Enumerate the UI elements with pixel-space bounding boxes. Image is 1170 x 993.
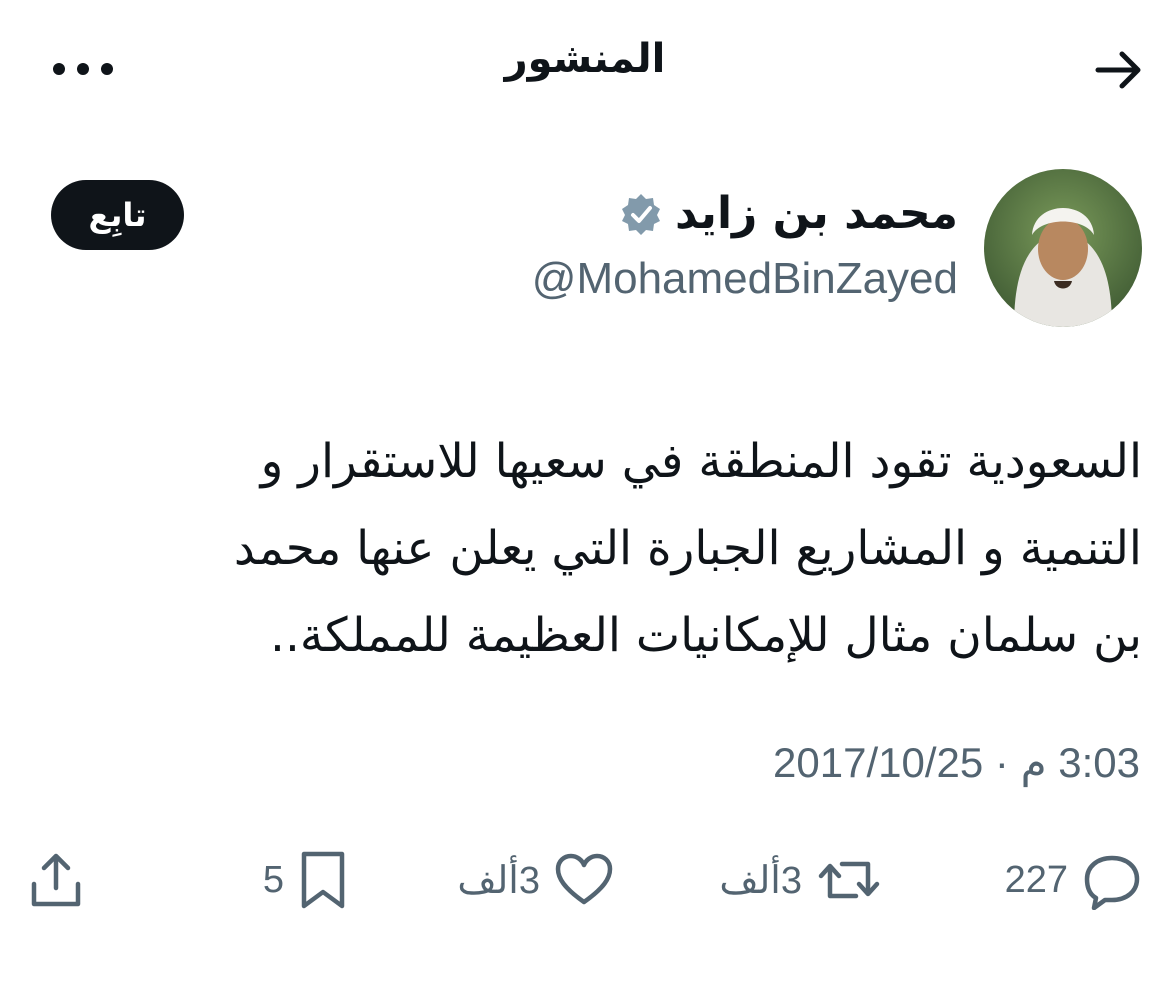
share-button[interactable] xyxy=(28,850,84,910)
author-name[interactable]: محمد بن زايد xyxy=(675,188,958,239)
author-name-row[interactable]: محمد بن زايد xyxy=(619,188,958,239)
bookmark-count: 5 xyxy=(262,858,284,901)
back-button[interactable] xyxy=(1088,40,1148,100)
follow-button[interactable]: تابِع xyxy=(51,180,184,250)
reply-icon xyxy=(1084,855,1140,910)
like-count: 3ألف xyxy=(457,859,540,902)
page-title: المنشور xyxy=(504,36,666,82)
tweet-text: السعودية تقود المنطقة في سعيها للاستقرار… xyxy=(233,434,1142,663)
author-handle[interactable]: @MohamedBinZayed xyxy=(532,254,958,304)
reply-count: 227 xyxy=(1004,858,1068,901)
bookmark-icon xyxy=(301,851,345,909)
avatar[interactable] xyxy=(984,169,1142,327)
reply-button[interactable]: 227 xyxy=(1005,850,1142,910)
heart-icon xyxy=(555,853,613,905)
arrow-right-icon xyxy=(1095,51,1141,89)
retweet-button[interactable]: 3ألف xyxy=(719,850,882,910)
tweet-timestamp[interactable]: 3:03 م · 2017/10/25 xyxy=(773,738,1140,787)
more-horizontal-icon xyxy=(53,63,113,75)
share-icon xyxy=(31,853,81,907)
retweet-count: 3ألف xyxy=(719,859,802,902)
like-button[interactable]: 3ألف xyxy=(457,850,614,910)
retweet-icon xyxy=(818,861,880,899)
more-options-button[interactable] xyxy=(48,44,118,94)
verified-badge-icon xyxy=(619,192,663,236)
bookmark-button[interactable]: 5 xyxy=(263,850,348,910)
